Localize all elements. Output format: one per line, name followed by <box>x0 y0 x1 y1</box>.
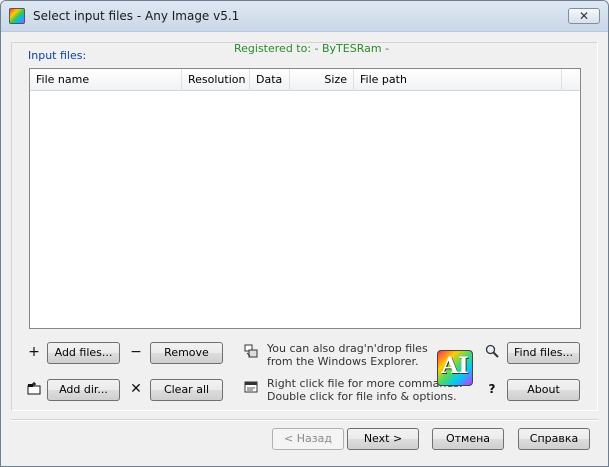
column-file-name[interactable]: File name <box>30 69 182 91</box>
registered-to-label: Registered to: - ByTESRam - <box>234 42 390 55</box>
next-button[interactable]: Next > <box>347 428 419 450</box>
title-bar[interactable]: Select input files - Any Image v5.1 ✕ <box>1 1 608 32</box>
any-image-logo: AI <box>437 350 473 386</box>
clear-all-button[interactable]: Clear all <box>150 379 223 401</box>
add-files-button[interactable]: Add files... <box>47 342 120 364</box>
file-list-body[interactable] <box>30 91 580 328</box>
click-hint-line2: Double click for file info & options. <box>267 390 457 403</box>
find-files-button[interactable]: Find files... <box>507 342 580 364</box>
column-size[interactable]: Size <box>290 69 354 91</box>
column-data[interactable]: Data <box>250 69 290 91</box>
file-list-header: File name Resolution Data Size File path <box>30 69 580 91</box>
column-resolution[interactable]: Resolution <box>182 69 250 91</box>
window-title: Select input files - Any Image v5.1 <box>33 9 240 23</box>
file-list[interactable]: File name Resolution Data Size File path <box>29 68 581 329</box>
back-button[interactable]: < Назад <box>272 428 344 450</box>
search-icon <box>485 344 499 360</box>
close-button[interactable]: ✕ <box>568 8 600 24</box>
column-file-path[interactable]: File path <box>354 69 562 91</box>
drag-drop-icon <box>244 344 258 360</box>
add-dir-button[interactable]: Add dir... <box>47 379 120 401</box>
click-hint-line1: Right click file for more commands. <box>267 377 463 390</box>
bottom-separator <box>11 419 598 421</box>
app-icon <box>9 8 25 24</box>
column-filler <box>562 69 580 91</box>
info-window-icon <box>244 381 258 397</box>
remove-button[interactable]: Remove <box>150 342 223 364</box>
help-question-icon: ? <box>488 382 496 396</box>
add-folder-icon <box>27 381 41 397</box>
dialog-window: Select input files - Any Image v5.1 ✕ In… <box>0 0 609 467</box>
help-button[interactable]: Справка <box>518 428 590 450</box>
drag-drop-hint-line1: You can also drag'n'drop files <box>267 342 428 355</box>
minus-icon: − <box>130 344 142 360</box>
input-files-label: Input files: <box>28 49 87 62</box>
logo-text: AI <box>441 353 469 379</box>
plus-icon: + <box>28 344 40 360</box>
clear-icon: ✕ <box>130 381 142 397</box>
cancel-button[interactable]: Отмена <box>432 428 504 450</box>
drag-drop-hint-line2: from the Windows Explorer. <box>267 355 419 368</box>
about-button[interactable]: About <box>507 379 580 401</box>
